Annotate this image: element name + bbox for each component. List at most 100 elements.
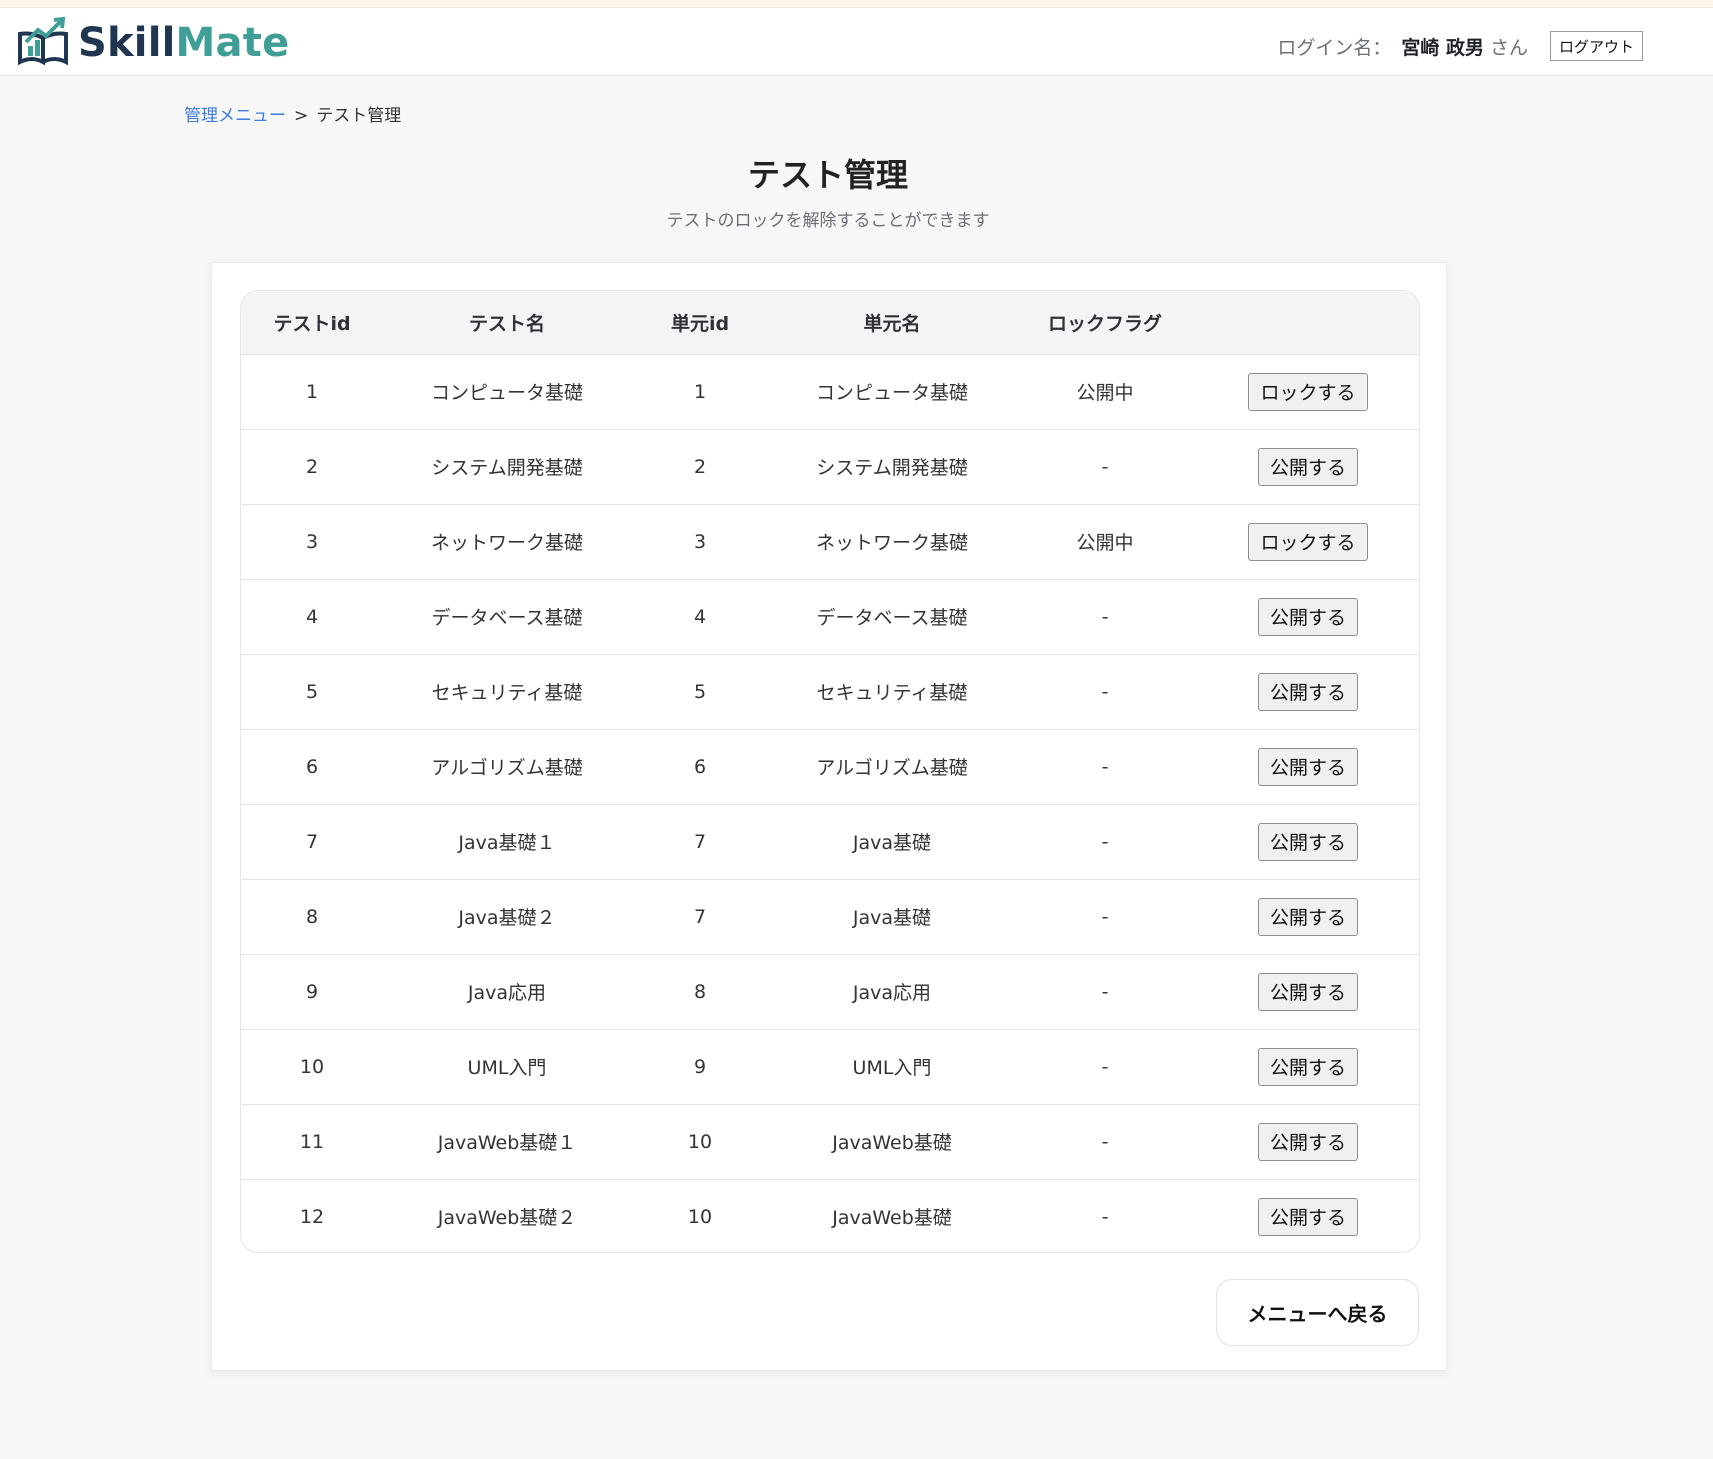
cell-action: 公開する bbox=[1195, 429, 1419, 505]
cell-unit-id: 5 bbox=[631, 654, 769, 730]
test-management-card: テストid テスト名 単元id 単元名 ロックフラグ 1 コンピュータ基礎 1 … bbox=[211, 262, 1447, 1371]
cell-unit-name: UML入門 bbox=[769, 1029, 1015, 1105]
cell-action: 公開する bbox=[1195, 954, 1419, 1030]
skillmate-logo[interactable]: SkillMate bbox=[16, 16, 289, 70]
cell-test-id: 10 bbox=[241, 1029, 383, 1105]
cell-action: 公開する bbox=[1195, 654, 1419, 730]
cell-action: 公開する bbox=[1195, 1179, 1419, 1252]
publish-button[interactable]: 公開する bbox=[1257, 747, 1358, 786]
cell-test-id: 2 bbox=[241, 429, 383, 505]
cell-test-id: 6 bbox=[241, 729, 383, 805]
header-test-name: テスト名 bbox=[383, 291, 631, 355]
header-action bbox=[1195, 291, 1419, 355]
publish-button[interactable]: 公開する bbox=[1257, 1047, 1358, 1086]
lock-button[interactable]: ロックする bbox=[1248, 372, 1368, 411]
cell-test-name: UML入門 bbox=[383, 1029, 631, 1105]
table-row: 2 システム開発基礎 2 システム開発基礎 - 公開する bbox=[241, 429, 1419, 505]
logo-book-chart-icon bbox=[18, 16, 68, 66]
cell-unit-name: コンピュータ基礎 bbox=[769, 354, 1015, 430]
table-row: 12 JavaWeb基礎２ 10 JavaWeb基礎 - 公開する bbox=[241, 1179, 1419, 1252]
cell-unit-name: システム開発基礎 bbox=[769, 429, 1015, 505]
cell-unit-name: セキュリティ基礎 bbox=[769, 654, 1015, 730]
table-row: 7 Java基礎１ 7 Java基礎 - 公開する bbox=[241, 804, 1419, 880]
cell-unit-id: 1 bbox=[631, 354, 769, 430]
publish-button[interactable]: 公開する bbox=[1257, 672, 1358, 711]
cell-action: 公開する bbox=[1195, 729, 1419, 805]
breadcrumb: 管理メニュー > テスト管理 bbox=[184, 101, 401, 126]
cell-lock-flag: - bbox=[1015, 654, 1195, 730]
cell-test-name: JavaWeb基礎２ bbox=[437, 1207, 577, 1230]
back-to-menu-button[interactable]: メニューへ戻る bbox=[1216, 1279, 1419, 1346]
publish-button[interactable]: 公開する bbox=[1257, 597, 1358, 636]
cell-lock-flag: - bbox=[1015, 429, 1195, 505]
cell-test-id: 12 bbox=[299, 1205, 325, 1228]
cell-test-name: コンピュータ基礎 bbox=[383, 354, 631, 430]
cell-unit-name: Java基礎 bbox=[769, 804, 1015, 880]
table-row: 10 UML入門 9 UML入門 - 公開する bbox=[241, 1029, 1419, 1105]
page-title: テスト管理 bbox=[747, 156, 908, 194]
cell-test-id: 5 bbox=[241, 654, 383, 730]
publish-button[interactable]: 公開する bbox=[1257, 972, 1358, 1011]
publish-button[interactable]: 公開する bbox=[1257, 1197, 1358, 1236]
cell-unit-id: 4 bbox=[631, 579, 769, 655]
header-lock-flag: ロックフラグ bbox=[1015, 291, 1195, 355]
cell-test-name: システム開発基礎 bbox=[383, 429, 631, 505]
login-honorific: さん bbox=[1489, 36, 1528, 59]
cell-unit-name: データベース基礎 bbox=[769, 579, 1015, 655]
cell-action: 公開する bbox=[1195, 579, 1419, 655]
breadcrumb-separator: > bbox=[294, 106, 309, 126]
cell-unit-id: 3 bbox=[631, 504, 769, 580]
cell-lock-flag: - bbox=[1101, 1205, 1109, 1228]
cell-lock-flag: - bbox=[1015, 729, 1195, 805]
table-row: 5 セキュリティ基礎 5 セキュリティ基礎 - 公開する bbox=[241, 654, 1419, 730]
table-row: 11 JavaWeb基礎１ 10 JavaWeb基礎 - 公開する bbox=[241, 1104, 1419, 1180]
cell-test-id: 1 bbox=[241, 354, 383, 430]
cell-test-name: ネットワーク基礎 bbox=[383, 504, 631, 580]
cell-test-name: JavaWeb基礎１ bbox=[383, 1104, 631, 1180]
logo-text: SkillMate bbox=[78, 20, 289, 66]
app-header: SkillMate ログイン名： 宮崎 政男 さん ログアウト bbox=[0, 8, 1713, 76]
cell-test-name: Java応用 bbox=[383, 954, 631, 1030]
cell-test-name: アルゴリズム基礎 bbox=[383, 729, 631, 805]
cell-action: 公開する bbox=[1195, 879, 1419, 955]
table-row: 8 Java基礎２ 7 Java基礎 - 公開する bbox=[241, 879, 1419, 955]
login-user-name: 宮崎 政男 bbox=[1401, 36, 1484, 59]
cell-test-id: 9 bbox=[241, 954, 383, 1030]
cell-unit-id: 7 bbox=[631, 804, 769, 880]
cell-unit-name: アルゴリズム基礎 bbox=[769, 729, 1015, 805]
cell-test-id: 3 bbox=[241, 504, 383, 580]
cell-lock-flag: - bbox=[1015, 1104, 1195, 1180]
publish-button[interactable]: 公開する bbox=[1257, 1122, 1358, 1161]
cell-action: ロックする bbox=[1195, 504, 1419, 580]
cell-lock-flag: - bbox=[1015, 1029, 1195, 1105]
lock-button[interactable]: ロックする bbox=[1248, 522, 1368, 561]
publish-button[interactable]: 公開する bbox=[1257, 447, 1358, 486]
cell-unit-id: 10 bbox=[687, 1205, 713, 1228]
breadcrumb-admin-menu-link[interactable]: 管理メニュー bbox=[184, 106, 286, 126]
logo-text-mate: Mate bbox=[175, 20, 290, 66]
cell-unit-name: ネットワーク基礎 bbox=[769, 504, 1015, 580]
cell-action: 公開する bbox=[1195, 804, 1419, 880]
publish-button[interactable]: 公開する bbox=[1257, 897, 1358, 936]
table-row: 6 アルゴリズム基礎 6 アルゴリズム基礎 - 公開する bbox=[241, 729, 1419, 805]
cell-lock-flag: 公開中 bbox=[1015, 354, 1195, 430]
cell-action: 公開する bbox=[1195, 1104, 1419, 1180]
cell-test-name: データベース基礎 bbox=[383, 579, 631, 655]
logout-button[interactable]: ログアウト bbox=[1549, 31, 1643, 61]
cell-unit-id: 2 bbox=[631, 429, 769, 505]
breadcrumb-current: テスト管理 bbox=[316, 106, 402, 126]
cell-test-name: セキュリティ基礎 bbox=[383, 654, 631, 730]
page-subtitle: テストのロックを解除することができます bbox=[666, 211, 990, 231]
publish-button[interactable]: 公開する bbox=[1257, 822, 1358, 861]
cell-test-id: 8 bbox=[241, 879, 383, 955]
login-info: ログイン名： 宮崎 政男 さん ログアウト bbox=[1277, 30, 1643, 62]
cell-test-id: 4 bbox=[241, 579, 383, 655]
cell-lock-flag: - bbox=[1015, 879, 1195, 955]
cell-unit-name: Java応用 bbox=[769, 954, 1015, 1030]
table-row: 9 Java応用 8 Java応用 - 公開する bbox=[241, 954, 1419, 1030]
cell-test-id: 7 bbox=[241, 804, 383, 880]
cell-unit-id: 10 bbox=[631, 1104, 769, 1180]
cell-test-id: 11 bbox=[241, 1104, 383, 1180]
header-test-id: テストid bbox=[241, 291, 383, 355]
test-table-container: テストid テスト名 単元id 単元名 ロックフラグ 1 コンピュータ基礎 1 … bbox=[240, 290, 1420, 1253]
